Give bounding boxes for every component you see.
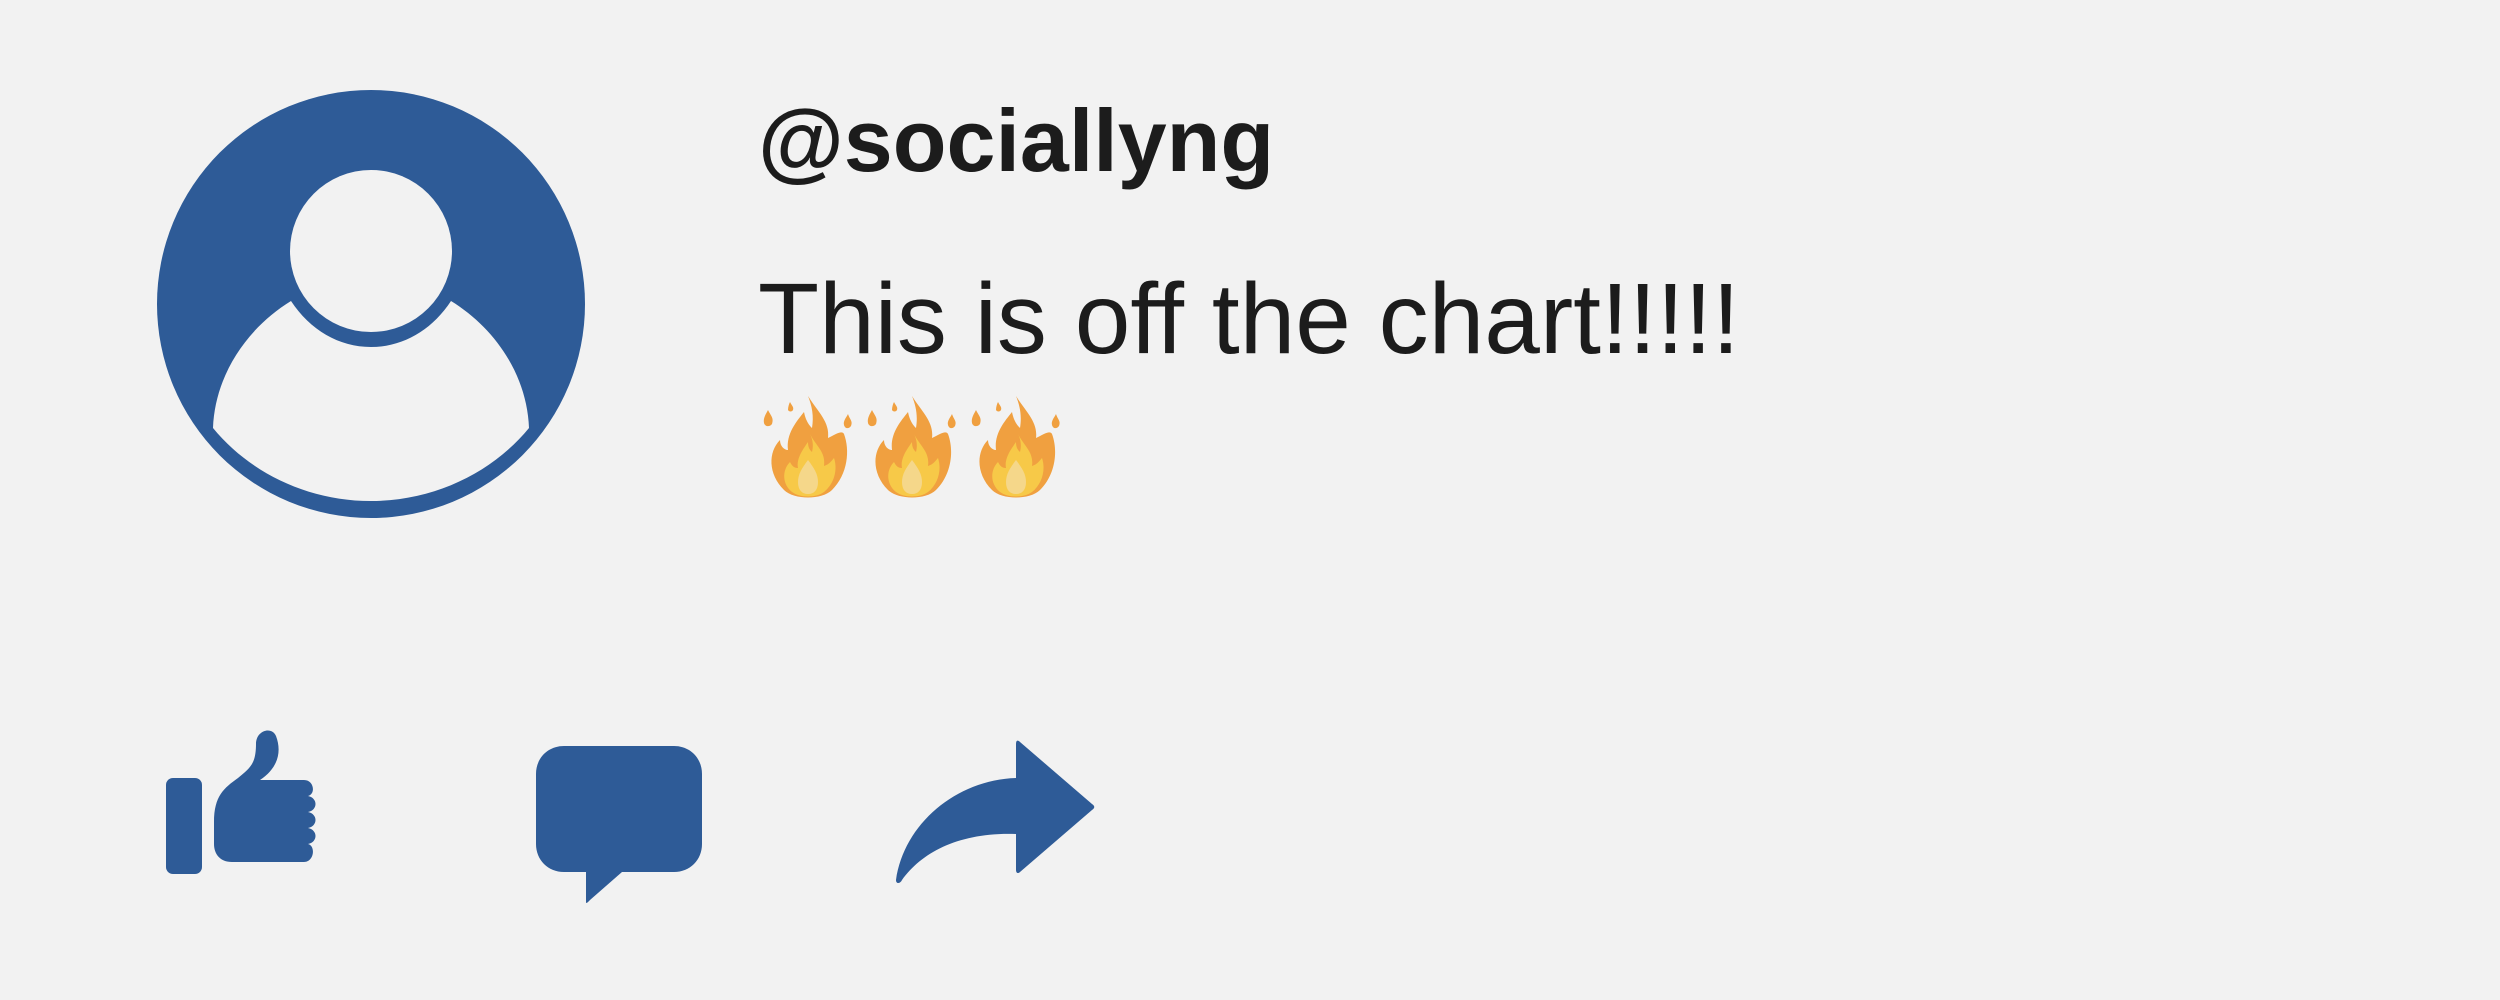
share-arrow-icon	[896, 740, 1095, 883]
user-avatar-icon	[157, 90, 585, 518]
fire-icon	[867, 396, 956, 498]
social-post: @sociallyng This is off the chart!!!!!	[0, 0, 2500, 1000]
speech-bubble-icon	[536, 746, 702, 903]
fire-icon	[763, 396, 852, 498]
comment-button[interactable]	[534, 744, 704, 910]
fire-icon	[971, 396, 1060, 498]
post-message: This is off the chart!!!!!	[758, 263, 1740, 375]
share-button[interactable]	[880, 738, 1100, 890]
avatar[interactable]	[157, 90, 585, 518]
like-button[interactable]	[164, 722, 324, 878]
username[interactable]: @sociallyng	[758, 88, 1274, 194]
emoji-row	[760, 394, 1064, 502]
thumbs-up-icon	[166, 730, 316, 874]
